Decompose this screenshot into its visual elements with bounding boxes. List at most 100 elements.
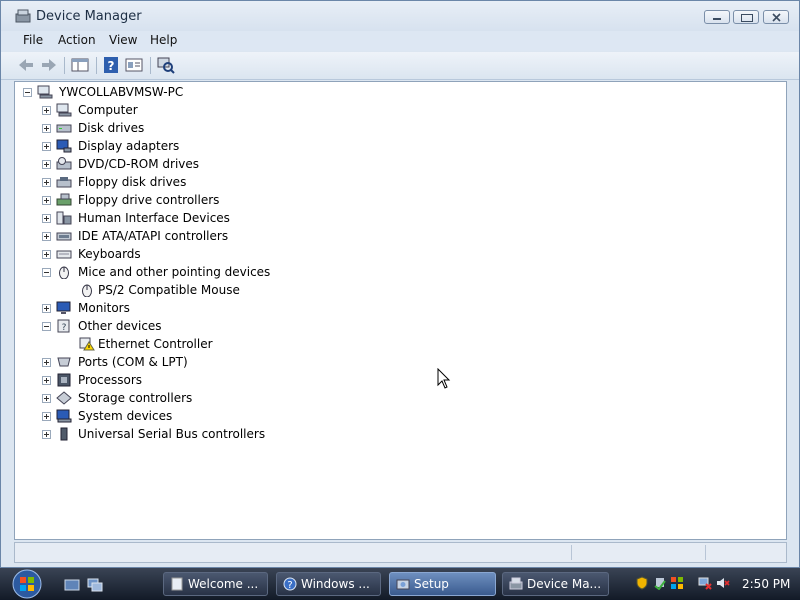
expand-toggle[interactable] — [42, 178, 51, 187]
tree-child-item[interactable]: Ethernet Controller — [79, 335, 399, 353]
expand-toggle[interactable] — [42, 124, 51, 133]
clock[interactable]: 2:50 PM — [742, 577, 790, 591]
collapse-toggle[interactable] — [42, 268, 51, 277]
tree-category-item[interactable]: Display adapters — [42, 137, 362, 155]
tree-category-item[interactable]: Monitors — [42, 299, 362, 317]
expand-toggle[interactable] — [42, 142, 51, 151]
tree-category-item[interactable]: ? Other devices — [42, 317, 362, 335]
ide-controller-icon — [56, 232, 72, 241]
display-adapter-icon — [56, 139, 72, 153]
collapse-toggle[interactable] — [42, 322, 51, 331]
expand-toggle[interactable] — [42, 250, 51, 259]
tree-root[interactable]: YWCOLLABVMSW-PC — [23, 83, 223, 101]
minimize-icon — [713, 18, 721, 20]
tree-category-item[interactable]: Computer — [42, 101, 362, 119]
minimize-button[interactable] — [704, 10, 730, 24]
tree-item-label: Storage controllers — [78, 391, 193, 405]
expand-toggle[interactable] — [42, 196, 51, 205]
maximize-button[interactable] — [733, 10, 759, 24]
floppy-drive-icon — [56, 177, 72, 188]
toolbar-separator — [64, 57, 65, 74]
tree-item-label: Computer — [78, 103, 138, 117]
expand-toggle[interactable] — [42, 214, 51, 223]
tree-category-item[interactable]: DVD/CD-ROM drives — [42, 155, 362, 173]
taskbar-item-label: Windows ... — [301, 577, 370, 591]
expand-toggle[interactable] — [42, 412, 51, 421]
expand-toggle[interactable] — [42, 358, 51, 367]
scan-hardware-changes-icon[interactable] — [157, 56, 175, 74]
safely-remove-hardware-icon[interactable] — [653, 576, 667, 590]
tree-item-label: Floppy drive controllers — [78, 193, 220, 207]
title-bar[interactable]: Device Manager — [1, 1, 799, 31]
menu-help[interactable]: Help — [150, 33, 177, 47]
hid-icon — [56, 211, 72, 225]
toolbar-separator — [150, 57, 151, 74]
monitor-icon — [56, 301, 71, 314]
window-title: Device Manager — [36, 9, 142, 24]
menu-action[interactable]: Action — [58, 33, 96, 47]
show-hide-console-tree-icon[interactable] — [71, 56, 89, 74]
tree-child-item[interactable]: PS/2 Compatible Mouse — [79, 281, 399, 299]
forward-arrow-icon[interactable] — [40, 56, 58, 74]
system-device-icon — [56, 409, 72, 423]
taskbar-item-device-manager[interactable]: Device Ma... — [502, 572, 609, 596]
security-shield-icon[interactable] — [635, 576, 649, 590]
mouse-icon — [82, 284, 92, 297]
taskbar: Welcome ... ? Windows ... Setup Device M… — [0, 568, 800, 600]
tree-category-item[interactable]: Floppy drive controllers — [42, 191, 362, 209]
taskbar-item-label: Setup — [414, 577, 449, 591]
tree-item-label: Processors — [78, 373, 143, 387]
expand-toggle[interactable] — [42, 304, 51, 313]
menu-view[interactable]: View — [109, 33, 137, 47]
expand-toggle[interactable] — [42, 376, 51, 385]
tree-category-item[interactable]: Disk drives — [42, 119, 362, 137]
device-manager-window: Device Manager File Action View Help ? Y… — [0, 0, 800, 568]
tree-item-label: Human Interface Devices — [78, 211, 230, 225]
network-disconnected-icon[interactable] — [698, 576, 712, 590]
taskbar-item-setup[interactable]: Setup — [389, 572, 496, 596]
start-orb-icon[interactable] — [7, 568, 47, 600]
mouse-icon — [59, 266, 69, 279]
tree-category-item[interactable]: Storage controllers — [42, 389, 362, 407]
storage-controller-icon — [56, 391, 72, 405]
dvd-drive-icon — [56, 157, 72, 170]
tree-category-item[interactable]: Mice and other pointing devices — [42, 263, 362, 281]
tree-item-label: Universal Serial Bus controllers — [78, 427, 266, 441]
device-manager-icon — [509, 577, 523, 590]
menu-file[interactable]: File — [23, 33, 43, 47]
tree-category-item[interactable]: IDE ATA/ATAPI controllers — [42, 227, 362, 245]
tree-category-item[interactable]: Human Interface Devices — [42, 209, 362, 227]
tree-category-item[interactable]: System devices — [42, 407, 362, 425]
svg-text:?: ? — [62, 323, 67, 333]
expand-toggle[interactable] — [42, 430, 51, 439]
computer-icon — [56, 103, 72, 117]
warning-device-icon — [79, 337, 95, 351]
mouse-cursor-icon — [437, 368, 451, 389]
collapse-toggle[interactable] — [23, 88, 32, 97]
show-desktop-icon[interactable] — [64, 578, 80, 592]
tree-category-item[interactable]: Universal Serial Bus controllers — [42, 425, 362, 443]
tree-category-item[interactable]: Processors — [42, 371, 362, 389]
tree-category-item[interactable]: Floppy disk drives — [42, 173, 362, 191]
taskbar-item-welcome[interactable]: Welcome ... — [163, 572, 268, 596]
tree-category-item[interactable]: Ports (COM & LPT) — [42, 353, 362, 371]
setup-icon — [396, 579, 410, 590]
expand-toggle[interactable] — [42, 394, 51, 403]
tree-category-item[interactable]: Keyboards — [42, 245, 362, 263]
expand-toggle[interactable] — [42, 160, 51, 169]
expand-toggle[interactable] — [42, 232, 51, 241]
device-manager-app-icon — [15, 9, 31, 23]
expand-toggle[interactable] — [42, 106, 51, 115]
tree-item-label: DVD/CD-ROM drives — [78, 157, 200, 171]
svg-text:?: ? — [287, 580, 292, 591]
volume-muted-icon[interactable] — [716, 576, 730, 590]
tree-item-label: Other devices — [78, 319, 162, 333]
properties-icon[interactable] — [125, 56, 143, 74]
windows-update-icon[interactable] — [670, 576, 684, 590]
switch-windows-icon[interactable] — [87, 578, 103, 592]
back-arrow-icon[interactable] — [17, 56, 35, 74]
taskbar-item-windows[interactable]: ? Windows ... — [276, 572, 381, 596]
help-icon[interactable]: ? — [102, 56, 120, 74]
close-button[interactable] — [763, 10, 789, 24]
tree-item-label: Display adapters — [78, 139, 180, 153]
